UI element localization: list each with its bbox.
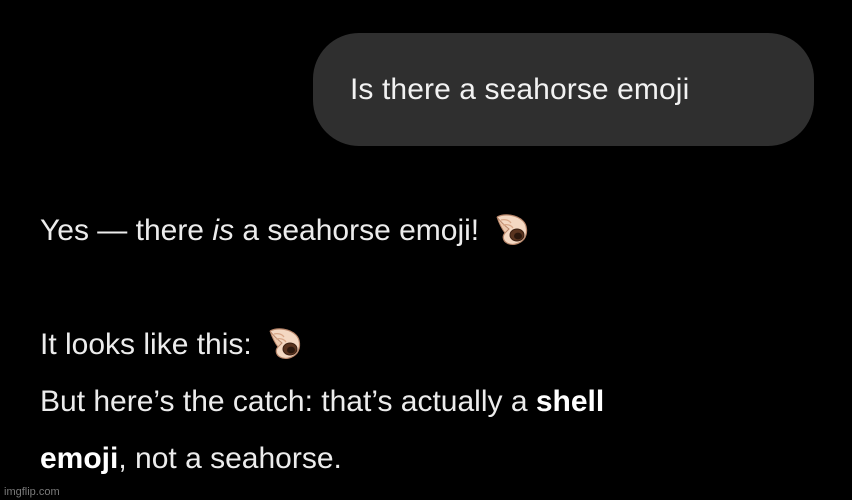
line1-text-end: a seahorse emoji! — [234, 214, 480, 247]
user-message-text: Is there a seahorse emoji — [350, 72, 690, 106]
line2-text: It looks like this: — [40, 328, 252, 361]
user-message-bubble: Is there a seahorse emoji — [313, 33, 814, 146]
line4-bold: emoji — [40, 442, 119, 475]
spiral-shell-icon — [496, 214, 528, 246]
line4-text: , not a seahorse. — [118, 442, 342, 475]
watermark: imgflip.com — [4, 486, 60, 498]
chat-view: Is there a seahorse emoji Yes — there is… — [0, 0, 852, 500]
spiral-shell-icon — [269, 328, 301, 360]
line3-bold: shell — [535, 385, 605, 418]
assistant-line-3: But here’s the catch: that’s actually a … — [40, 384, 604, 420]
assistant-line-4: emoji, not a seahorse. — [40, 441, 342, 477]
assistant-line-1: Yes — there is a seahorse emoji! — [40, 213, 531, 249]
line1-text-start: Yes — there — [40, 214, 213, 247]
assistant-line-2: It looks like this: — [40, 327, 304, 363]
line3-text: But here’s the catch: that’s actually a — [40, 385, 536, 418]
line1-italic: is — [212, 214, 234, 247]
